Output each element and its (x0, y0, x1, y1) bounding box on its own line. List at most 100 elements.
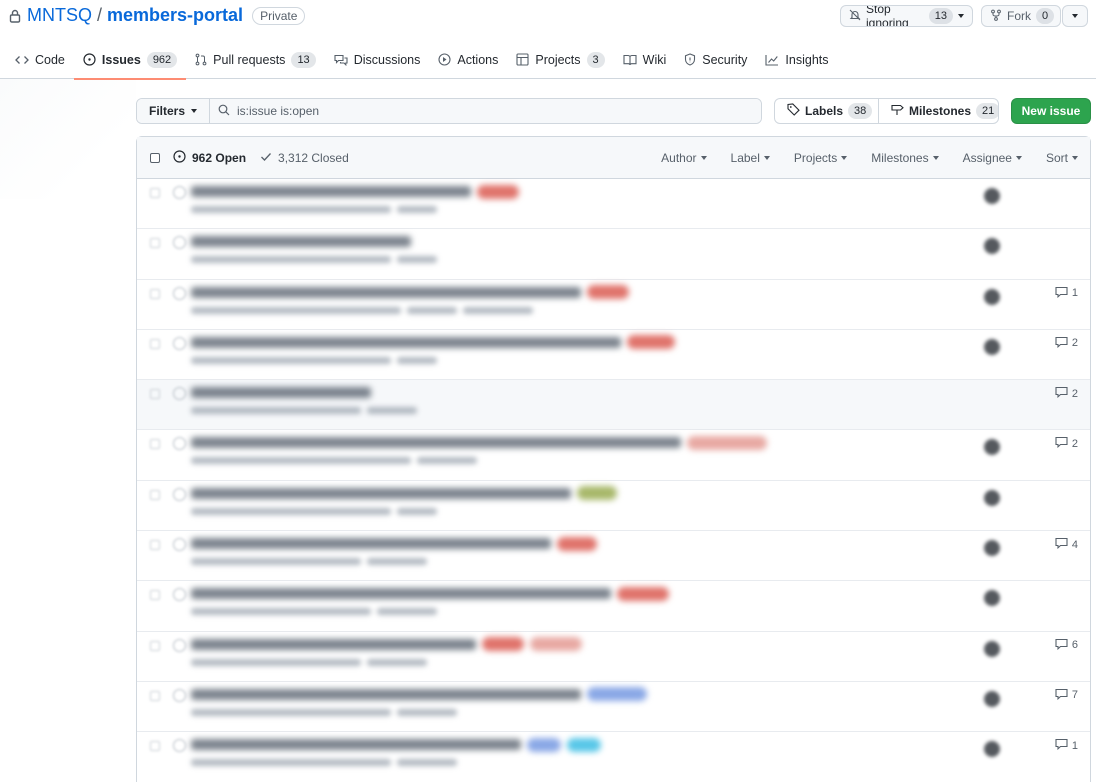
tab-pull-requests[interactable]: Pull requests 13 (186, 40, 325, 79)
assignee-avatar[interactable] (984, 640, 1000, 657)
issue-checkbox[interactable] (150, 489, 160, 500)
assignee-filter[interactable]: Assignee (951, 151, 1034, 165)
closed-issues-toggle[interactable]: 3,312 Closed (260, 151, 349, 165)
label-filter[interactable]: Label (719, 151, 782, 165)
issue-label[interactable] (527, 737, 561, 752)
issue-label[interactable] (477, 184, 519, 199)
issues-search-input[interactable] (237, 104, 738, 118)
issue-label[interactable] (530, 637, 582, 652)
issue-title-redacted[interactable] (191, 233, 411, 250)
tab-issues[interactable]: Issues 962 (73, 40, 187, 80)
new-issue-button[interactable]: New issue (1011, 98, 1091, 124)
comment-icon (1055, 688, 1068, 703)
issue-title-redacted[interactable] (191, 183, 519, 200)
tab-discussions[interactable]: Discussions (325, 40, 430, 79)
issue-checkbox[interactable] (150, 640, 160, 651)
filters-dropdown-button[interactable]: Filters (137, 99, 211, 123)
assignee-avatar[interactable] (984, 439, 1000, 456)
issue-row[interactable]: 2 (137, 330, 1090, 381)
issue-title-redacted[interactable] (191, 434, 767, 451)
issue-label[interactable] (587, 285, 629, 300)
redacted-text (191, 658, 361, 666)
issue-comments-link[interactable]: 2 (1055, 386, 1078, 401)
author-filter[interactable]: Author (649, 151, 718, 165)
issue-title-redacted[interactable] (191, 636, 582, 653)
open-issues-toggle[interactable]: 962 Open (173, 149, 246, 166)
issue-row[interactable]: 1 (137, 732, 1090, 782)
issue-title-redacted[interactable] (191, 686, 647, 703)
sort-filter[interactable]: Sort (1034, 151, 1078, 165)
select-all-checkbox[interactable] (150, 152, 160, 163)
issue-row[interactable]: 7 (137, 682, 1090, 733)
issue-checkbox[interactable] (150, 540, 160, 551)
projects-filter[interactable]: Projects (782, 151, 859, 165)
repo-name-link[interactable]: members-portal (107, 5, 243, 26)
tag-icon (787, 103, 800, 119)
tab-wiki[interactable]: Wiki (614, 40, 676, 79)
issue-row[interactable]: 2 (137, 430, 1090, 481)
assignee-avatar[interactable] (984, 590, 1000, 607)
assignee-avatar[interactable] (984, 540, 1000, 557)
issue-title-redacted[interactable] (191, 384, 371, 401)
issue-row[interactable]: 6 (137, 632, 1090, 682)
fork-button[interactable]: Fork 0 (982, 6, 1060, 26)
issue-comments-link[interactable]: 1 (1055, 738, 1078, 753)
issue-checkbox[interactable] (150, 288, 160, 299)
issue-label[interactable] (627, 335, 675, 350)
issue-comments-link[interactable]: 2 (1055, 436, 1078, 451)
issue-row[interactable] (137, 581, 1090, 632)
issue-comments-link[interactable]: 6 (1055, 638, 1078, 653)
issue-checkbox[interactable] (150, 690, 160, 701)
tab-projects[interactable]: Projects 3 (507, 40, 613, 79)
tab-security[interactable]: Security (675, 40, 756, 79)
issue-title-redacted[interactable] (191, 585, 669, 602)
issue-label[interactable] (557, 536, 597, 551)
issue-checkbox[interactable] (150, 741, 160, 752)
label-filter-label: Label (730, 151, 760, 165)
issue-row[interactable] (137, 229, 1090, 280)
issue-checkbox[interactable] (150, 590, 160, 601)
issue-label[interactable] (587, 687, 647, 702)
issue-label[interactable] (567, 737, 601, 752)
tab-code[interactable]: Code (6, 40, 74, 79)
labels-button[interactable]: Labels 38 (775, 99, 878, 123)
issue-comments-link[interactable]: 4 (1055, 537, 1078, 552)
issue-title-redacted[interactable] (191, 535, 597, 552)
issue-comments-link[interactable]: 2 (1055, 336, 1078, 351)
assignee-avatar[interactable] (984, 188, 1000, 204)
assignee-avatar[interactable] (984, 741, 1000, 758)
issue-row[interactable]: 2 (137, 380, 1090, 431)
issue-title-redacted[interactable] (191, 736, 601, 753)
milestones-button[interactable]: Milestones 21 (878, 99, 998, 123)
issue-checkbox[interactable] (150, 389, 160, 400)
issue-checkbox[interactable] (150, 338, 160, 349)
issue-title-redacted[interactable] (191, 334, 675, 351)
issue-checkbox[interactable] (150, 238, 160, 249)
issue-row[interactable] (137, 481, 1090, 532)
assignee-avatar[interactable] (984, 489, 1000, 506)
issue-comments-link[interactable]: 7 (1055, 688, 1078, 703)
issue-row[interactable] (137, 179, 1090, 230)
issue-label[interactable] (577, 486, 617, 501)
issue-title-redacted[interactable] (191, 485, 617, 502)
assignee-avatar[interactable] (984, 238, 1000, 255)
tab-actions[interactable]: Actions (429, 40, 507, 79)
repo-owner-link[interactable]: MNTSQ (27, 5, 92, 26)
issue-checkbox[interactable] (150, 439, 160, 450)
fork-dropdown-button[interactable] (1062, 5, 1088, 27)
assignee-avatar[interactable] (984, 288, 1000, 305)
issue-label[interactable] (482, 637, 524, 652)
issue-label[interactable] (617, 586, 669, 601)
watch-button[interactable]: Stop ignoring 13 (841, 6, 972, 26)
projects-filter-label: Projects (793, 151, 838, 165)
tab-insights[interactable]: Insights (756, 40, 837, 79)
issue-comments-link[interactable]: 1 (1055, 286, 1078, 301)
issue-row[interactable]: 1 (137, 280, 1090, 330)
milestones-filter[interactable]: Milestones (859, 151, 950, 165)
assignee-avatar[interactable] (984, 690, 1000, 707)
assignee-avatar[interactable] (984, 338, 1000, 355)
issue-row[interactable]: 4 (137, 531, 1090, 582)
issue-label[interactable] (687, 435, 767, 450)
issue-checkbox[interactable] (150, 188, 160, 198)
issue-title-redacted[interactable] (191, 284, 629, 301)
